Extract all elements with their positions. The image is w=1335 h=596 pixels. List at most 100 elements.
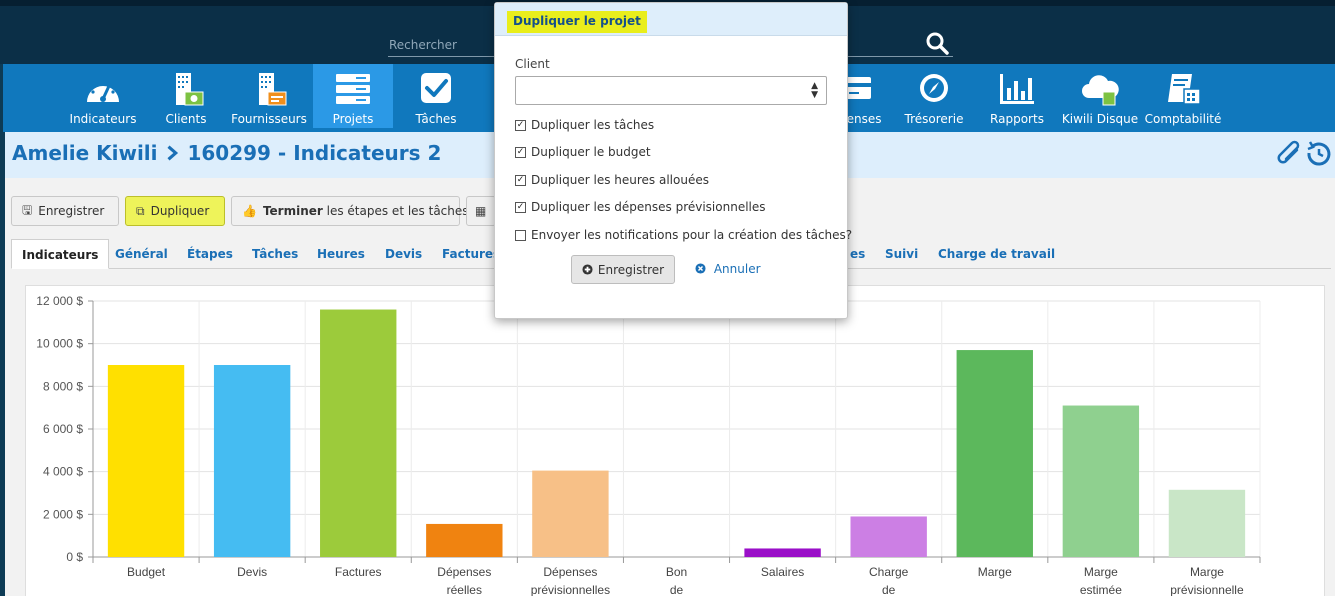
bar bbox=[532, 470, 609, 557]
search-icon[interactable] bbox=[924, 30, 950, 56]
chevron-right-icon bbox=[166, 145, 178, 161]
modal-cancel-label: Annuler bbox=[713, 262, 761, 276]
tab-general[interactable]: Général bbox=[115, 239, 168, 269]
option-label: Envoyer les notifications pour la créati… bbox=[531, 228, 853, 242]
building-money-icon bbox=[176, 73, 204, 106]
checkbox-checked[interactable]: ✓ bbox=[515, 146, 526, 158]
nav-item-kiwili-disque[interactable]: Kiwili Disque bbox=[1060, 64, 1140, 128]
modal-save-label: Enregistrer bbox=[597, 262, 665, 277]
copy-icon: ⧉ bbox=[136, 203, 145, 218]
finish-bold: Terminer bbox=[262, 204, 323, 218]
plus-circle-icon bbox=[582, 264, 593, 275]
duplicate-project-modal: Dupliquer le projet Client ▲ ▼ ✓ Duplique… bbox=[494, 2, 852, 319]
option-send-notifications[interactable]: Envoyer les notifications pour la créati… bbox=[515, 228, 852, 242]
breadcrumb-client[interactable]: Amelie Kiwili bbox=[12, 141, 158, 165]
breadcrumb: Amelie Kiwili 160299 - Indicateurs 2 bbox=[12, 141, 441, 165]
checkbox-icon bbox=[421, 73, 451, 103]
indicators-chart: 0 $ 2 000 $ 4 000 $ 6 000 $ 8 000 $ 10 000 $ 1… bbox=[36, 294, 1261, 596]
tab-heures[interactable]: Heures bbox=[317, 239, 365, 269]
checkbox-checked[interactable]: ✓ bbox=[515, 119, 526, 131]
finish-rest: les étapes et les tâches bbox=[322, 204, 469, 218]
x-tick-label: Dépenses réelles bbox=[437, 565, 491, 596]
x-tick-label: Bon de bbox=[666, 565, 687, 596]
nav-item-fournisseurs[interactable]: Fournisseurs bbox=[229, 64, 309, 128]
tab-suivi[interactable]: Suivi bbox=[885, 239, 918, 269]
x-tick-label: Devis bbox=[237, 565, 267, 579]
option-duplicate-expenses[interactable]: ✓ Dupliquer les dépenses prévisionnelles bbox=[515, 200, 766, 214]
client-label: Client bbox=[515, 57, 550, 71]
duplicate-button-label: Dupliquer bbox=[150, 204, 210, 218]
tab-charge-de-travail[interactable]: Charge de travail bbox=[938, 239, 1055, 269]
duplicate-button[interactable]: ⧉ Dupliquer bbox=[125, 196, 225, 226]
times-circle-icon bbox=[695, 263, 706, 274]
y-tick-label: 6 000 $ bbox=[43, 422, 83, 436]
title-actions bbox=[1277, 140, 1331, 166]
bar bbox=[956, 350, 1033, 557]
option-label: Dupliquer le budget bbox=[531, 145, 651, 159]
y-tick-label: 2 000 $ bbox=[43, 507, 83, 521]
checkbox-unchecked[interactable] bbox=[515, 229, 526, 241]
cloud-icon bbox=[1082, 75, 1119, 106]
bar bbox=[107, 365, 185, 557]
tab-devis[interactable]: Devis bbox=[385, 239, 422, 269]
modal-header: Dupliquer le projet bbox=[495, 3, 847, 36]
paperclip-icon[interactable] bbox=[1277, 140, 1300, 164]
compass-icon bbox=[920, 74, 948, 102]
tab-taches[interactable]: Tâches bbox=[252, 239, 298, 269]
y-tick-label: 10 000 $ bbox=[36, 337, 83, 351]
nav-item-clients[interactable]: Clients bbox=[146, 64, 226, 128]
bar bbox=[1062, 405, 1140, 557]
bar bbox=[320, 309, 397, 557]
x-tick-label: Budget bbox=[127, 565, 166, 579]
calculator-icon: ▦ bbox=[475, 204, 487, 218]
x-tick-label: Salaires bbox=[761, 565, 804, 579]
tab-depenses[interactable]: es bbox=[850, 239, 865, 269]
save-button[interactable]: 🖫 Enregistrer bbox=[11, 196, 119, 226]
nav-item-tresorerie[interactable]: Trésorerie bbox=[894, 64, 974, 128]
history-icon[interactable] bbox=[1307, 141, 1331, 166]
search-input[interactable]: Rechercher bbox=[389, 38, 457, 52]
option-label: Dupliquer les tâches bbox=[531, 118, 655, 132]
nav-label: Tâches bbox=[415, 112, 457, 126]
y-tick-label: 8 000 $ bbox=[43, 379, 83, 393]
tab-indicateurs[interactable]: Indicateurs bbox=[11, 239, 110, 269]
y-tick-label: 0 $ bbox=[66, 550, 83, 564]
nav-item-rapports[interactable]: Rapports bbox=[977, 64, 1057, 128]
nav-item-indicateurs[interactable]: Indicateurs bbox=[63, 64, 143, 128]
bar bbox=[1168, 489, 1246, 557]
speedometer-icon bbox=[87, 80, 119, 102]
save-button-label: Enregistrer bbox=[38, 204, 105, 218]
nav-item-projets[interactable]: Projets bbox=[313, 64, 393, 128]
modal-save-button[interactable]: Enregistrer bbox=[571, 255, 675, 284]
option-label: Dupliquer les heures allouées bbox=[531, 173, 709, 187]
breadcrumb-project: 160299 - Indicateurs 2 bbox=[187, 141, 442, 165]
calculator-button[interactable]: ▦ bbox=[466, 196, 496, 226]
y-tick-label: 12 000 $ bbox=[36, 294, 83, 308]
x-tick-label: Charge de bbox=[869, 565, 909, 596]
option-duplicate-tasks[interactable]: ✓ Dupliquer les tâches bbox=[515, 118, 654, 132]
modal-cancel-button[interactable]: Annuler bbox=[695, 262, 761, 276]
bar-chart-icon bbox=[1000, 74, 1034, 104]
floppy-icon: 🖫 bbox=[22, 202, 33, 217]
select-arrows-icon: ▲ ▼ bbox=[811, 81, 818, 100]
modal-title: Dupliquer le projet bbox=[507, 11, 647, 33]
thumbs-up-icon: 👍 bbox=[242, 204, 257, 218]
building-invoice-icon bbox=[259, 73, 287, 106]
bar bbox=[426, 523, 503, 557]
client-select[interactable]: ▲ ▼ bbox=[515, 76, 827, 105]
checkbox-checked[interactable]: ✓ bbox=[515, 201, 526, 213]
nav-item-taches[interactable]: Tâches bbox=[396, 64, 476, 128]
option-duplicate-budget[interactable]: ✓ Dupliquer le budget bbox=[515, 145, 651, 159]
bar bbox=[744, 548, 821, 557]
tab-factures[interactable]: Factures bbox=[442, 239, 500, 269]
finish-steps-button[interactable]: 👍 Terminer les étapes et les tâches bbox=[231, 196, 469, 226]
y-tick-label: 4 000 $ bbox=[43, 465, 83, 479]
ledger-icon bbox=[1168, 74, 1201, 105]
x-tick-label: Marge bbox=[978, 565, 1012, 579]
option-duplicate-hours[interactable]: ✓ Dupliquer les heures allouées bbox=[515, 173, 709, 187]
nav-item-comptabilite[interactable]: Comptabilité bbox=[1143, 64, 1223, 128]
x-tick-label: Dépenses prévisionnelles bbox=[531, 565, 610, 596]
checkbox-checked[interactable]: ✓ bbox=[515, 174, 526, 186]
tab-etapes[interactable]: Étapes bbox=[187, 239, 233, 269]
nav-label: Comptabilité bbox=[1144, 112, 1222, 126]
